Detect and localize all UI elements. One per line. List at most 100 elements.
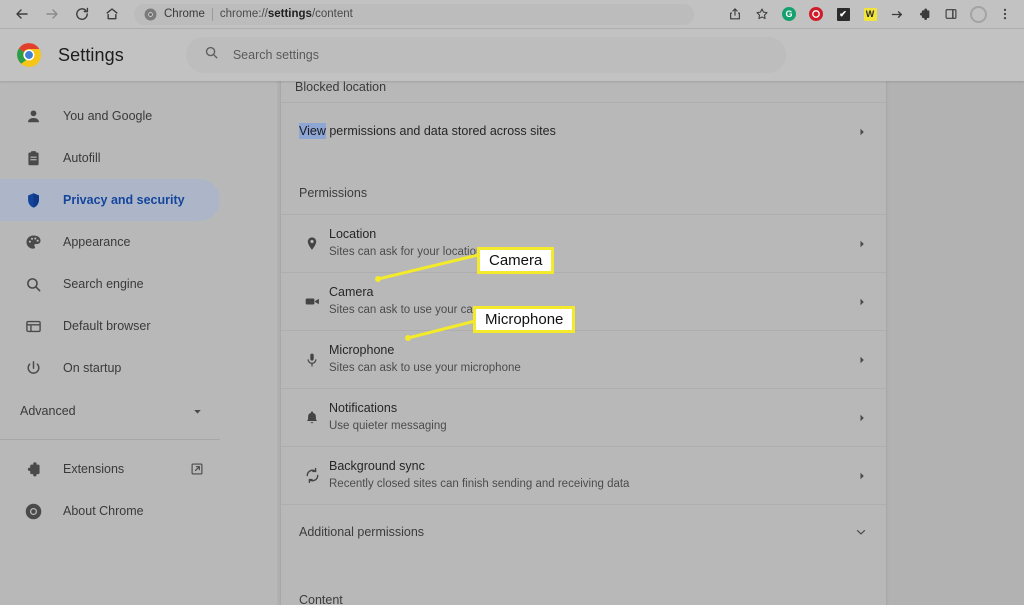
row-text: Microphone Sites can ask to use your mic… [329, 332, 856, 387]
sidebar-label: Privacy and security [63, 193, 185, 207]
extensions-puzzle-icon[interactable] [911, 1, 937, 27]
permission-row-microphone[interactable]: Microphone Sites can ask to use your mic… [281, 330, 886, 388]
microphone-row-title: Microphone [329, 343, 395, 357]
chrome-icon [144, 8, 157, 20]
sidebar-label: You and Google [63, 109, 153, 123]
row-text: Notifications Use quieter messaging [329, 390, 856, 445]
checkmark-extension-icon[interactable]: ✔ [830, 1, 856, 27]
chevron-right-icon[interactable] [856, 470, 868, 482]
settings-content: Blocked location View permissions and da… [277, 81, 1024, 605]
wikibuy-extension-icon[interactable]: W [857, 1, 883, 27]
omnibox-url: chrome://settings/content [219, 8, 353, 20]
sidebar-label: Search engine [63, 277, 144, 291]
browser-toolbar: Chrome chrome://settings/content G ✔ W [0, 0, 1024, 29]
chevron-right-icon[interactable] [856, 126, 868, 138]
arrow-extension-icon[interactable] [884, 1, 910, 27]
side-panel-icon[interactable] [938, 1, 964, 27]
row-subtitle: Sites can ask for your location [329, 246, 483, 258]
row-title-rest: permissions and data stored across sites [325, 124, 556, 138]
sidebar-item-default-browser[interactable]: Default browser [0, 305, 220, 347]
sidebar-label: On startup [63, 361, 122, 375]
chrome-logo [17, 43, 41, 67]
wikibuy-badge: W [863, 7, 877, 21]
bell-icon [295, 410, 329, 426]
permission-row-notifications[interactable]: Notifications Use quieter messaging [281, 388, 886, 446]
settings-header: Settings Search settings [0, 29, 1024, 81]
sidebar-label: Appearance [63, 235, 131, 249]
avatar-circle [969, 5, 987, 23]
sidebar-item-search-engine[interactable]: Search engine [0, 263, 220, 305]
search-icon [204, 45, 219, 65]
camera-row-title: Camera [329, 285, 374, 299]
sidebar-item-on-startup[interactable]: On startup [0, 347, 220, 389]
reload-icon[interactable] [68, 0, 96, 28]
red-circle-badge [809, 7, 823, 21]
row-subtitle: Sites can ask to use your microphone [329, 362, 521, 374]
address-bar[interactable]: Chrome chrome://settings/content [134, 3, 694, 25]
sidebar-label: Default browser [63, 319, 151, 333]
external-link-icon[interactable] [190, 462, 204, 476]
chevron-right-icon[interactable] [856, 238, 868, 250]
permission-row-location[interactable]: Location Sites can ask for your location [281, 214, 886, 272]
person-icon [24, 108, 42, 125]
chrome-menu-icon[interactable] [992, 1, 1018, 27]
permissions-heading: Permissions [299, 186, 368, 200]
sidebar-label: About Chrome [63, 504, 144, 518]
sidebar-item-autofill[interactable]: Autofill [0, 137, 220, 179]
omnibox-divider [211, 7, 213, 21]
sidebar-item-advanced[interactable]: Advanced [0, 389, 220, 433]
sidebar-item-you-and-google[interactable]: You and Google [0, 95, 220, 137]
row-subtitle: Recently closed sites can finish sending… [329, 478, 630, 490]
row-title: Location [329, 227, 377, 241]
video-camera-icon [295, 293, 329, 310]
view-permissions-row[interactable]: View permissions and data stored across … [281, 102, 886, 160]
sync-icon [295, 467, 329, 484]
puzzle-icon [24, 461, 42, 478]
sidebar-item-extensions[interactable]: Extensions [0, 448, 220, 490]
search-placeholder: Search settings [232, 48, 320, 62]
row-title: Notifications [329, 401, 398, 415]
clipboard-icon [24, 150, 42, 167]
chevron-right-icon[interactable] [856, 296, 868, 308]
chevron-down-icon[interactable] [854, 525, 868, 539]
red-circle-extension-icon[interactable] [803, 1, 829, 27]
chevron-down-icon [191, 405, 204, 418]
sidebar-item-privacy-and-security[interactable]: Privacy and security [0, 179, 220, 221]
share-icon[interactable] [722, 1, 748, 27]
blocked-location-row[interactable]: Blocked location [281, 81, 886, 102]
search-icon [24, 276, 42, 293]
row-text: Location Sites can ask for your location [329, 216, 856, 271]
additional-permissions-label: Additional permissions [299, 525, 425, 539]
microphone-icon [295, 352, 329, 368]
row-text: Camera Sites can ask to use your camera [329, 274, 856, 329]
checkmark-badge: ✔ [836, 7, 850, 21]
browser-window-icon [24, 318, 42, 335]
settings-sidebar: You and Google Autofill Privacy and secu… [0, 81, 277, 605]
row-text: Background sync Recently closed sites ca… [329, 448, 856, 503]
sidebar-item-appearance[interactable]: Appearance [0, 221, 220, 263]
grammarly-extension-icon[interactable]: G [776, 1, 802, 27]
sidebar-label: Extensions [63, 462, 125, 476]
home-icon[interactable] [98, 0, 126, 28]
bookmark-star-icon[interactable] [749, 1, 775, 27]
navigation-buttons [0, 0, 126, 28]
row-text: Blocked location [295, 81, 868, 102]
sidebar-divider [0, 439, 220, 440]
additional-permissions-row[interactable]: Additional permissions [281, 504, 886, 559]
search-input[interactable]: Search settings [185, 37, 786, 73]
content-card: Blocked location View permissions and da… [281, 81, 886, 605]
chevron-right-icon[interactable] [856, 354, 868, 366]
toolbar-right-icons: G ✔ W [722, 1, 1024, 27]
sidebar-item-about-chrome[interactable]: About Chrome [0, 490, 220, 532]
back-arrow-icon[interactable] [8, 0, 36, 28]
page-title: Settings [58, 44, 124, 65]
sidebar-label: Autofill [63, 151, 101, 165]
omnibox-site-label: Chrome [164, 8, 205, 20]
profile-avatar[interactable] [965, 1, 991, 27]
forward-arrow-icon[interactable] [38, 0, 66, 28]
permission-row-background-sync[interactable]: Background sync Recently closed sites ca… [281, 446, 886, 504]
row-text: View permissions and data stored across … [295, 113, 856, 150]
chevron-right-icon[interactable] [856, 412, 868, 424]
palette-icon [24, 234, 42, 251]
permission-row-camera[interactable]: Camera Sites can ask to use your camera [281, 272, 886, 330]
